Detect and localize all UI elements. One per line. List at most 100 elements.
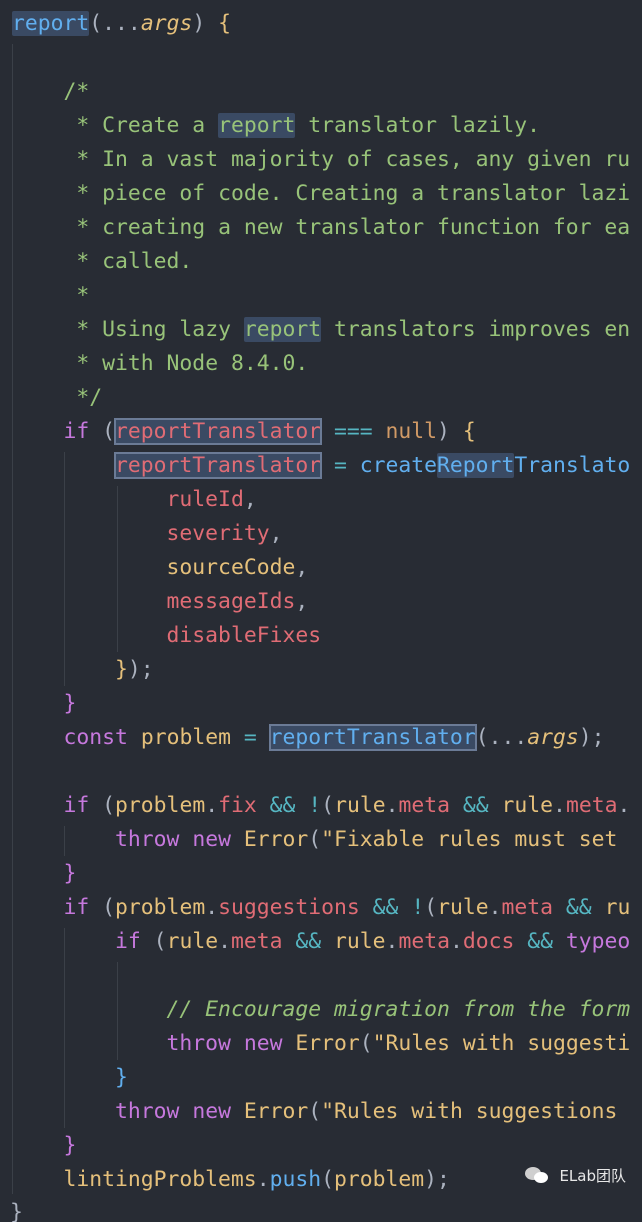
code-token: . <box>205 793 219 818</box>
code-line: } <box>12 857 77 891</box>
code-token: { <box>462 419 476 444</box>
code-token: reportTranslator <box>268 724 477 751</box>
code-line: throw new Error("Rules with suggesti <box>12 1027 631 1061</box>
code-token: rule <box>334 929 386 954</box>
code-token: translators improves en <box>321 317 631 342</box>
code-line: const problem = reportTranslator(...args… <box>12 721 605 755</box>
code-token: suggestions <box>218 895 360 920</box>
code-token: // Encourage migration from the form <box>166 997 631 1022</box>
code-token: new <box>192 827 231 852</box>
code-token: */ <box>76 385 103 410</box>
watermark: ELab团队 <box>525 1155 626 1195</box>
code-token: rule <box>437 895 489 920</box>
code-token: if <box>63 895 90 920</box>
code-token: . <box>488 895 502 920</box>
watermark-label: ELab团队 <box>559 1166 626 1185</box>
code-line: * creating a new translator function for… <box>12 211 630 245</box>
code-token: . <box>256 1167 270 1192</box>
code-line: messageIds, <box>12 585 309 619</box>
code-token: args <box>140 11 193 36</box>
code-token: * <box>76 283 90 308</box>
code-token: translator lazily. <box>295 113 541 138</box>
code-line: * Using lazy report translators improves… <box>12 313 630 347</box>
code-token: const <box>63 725 128 750</box>
code-token: && <box>269 793 296 818</box>
code-line: * with Node 8.4.0. <box>12 347 308 381</box>
code-token: disableFixes <box>166 623 322 648</box>
code-token: severity <box>166 521 270 546</box>
code-token: Report <box>437 453 515 478</box>
code-token: } <box>63 691 77 716</box>
code-token: meta <box>398 929 450 954</box>
code-token: } <box>115 1065 128 1090</box>
code-token: ... <box>102 11 141 36</box>
code-line: * Create a report translator lazily. <box>12 109 540 143</box>
code-token: throw <box>166 1031 231 1056</box>
code-token: create <box>359 453 438 478</box>
code-token: ( <box>359 1031 373 1056</box>
code-token: * Create a <box>76 113 219 138</box>
code-line: if (problem.suggestions && !(rule.meta &… <box>12 891 631 925</box>
code-editor[interactable]: report(...args) { /* * Create a report t… <box>0 0 642 1222</box>
code-line: lintingProblems.push(problem); <box>12 1163 450 1197</box>
code-token: problem <box>334 1167 425 1192</box>
code-token: problem <box>115 793 206 818</box>
code-line: disableFixes <box>12 619 322 653</box>
code-line: if (reportTranslator === null) { <box>12 415 476 449</box>
code-token: new <box>243 1031 283 1056</box>
code-token: . <box>218 929 231 954</box>
code-token: ( <box>308 827 322 852</box>
code-token: if <box>115 929 141 954</box>
code-token: problem <box>115 895 206 920</box>
code-token: . <box>449 929 463 954</box>
code-line: * In a vast majority of cases, any given… <box>12 143 630 177</box>
code-token: Error <box>243 827 309 852</box>
code-token: . <box>617 793 631 818</box>
code-line: if (problem.fix && !(rule.meta && rule.m… <box>12 789 631 823</box>
code-token: reportTranslator <box>114 418 323 445</box>
code-token: "Fixable rules must set <box>321 827 631 852</box>
code-token: Error <box>243 1099 309 1124</box>
code-line: /* <box>12 75 90 109</box>
code-token: * creating a new translator function for… <box>76 215 631 240</box>
code-token: throw <box>115 827 180 852</box>
code-token: ( <box>89 895 116 920</box>
code-token: ! <box>411 895 425 920</box>
code-token: Translato <box>514 453 631 478</box>
code-token: ( <box>321 793 335 818</box>
code-token: lintingProblems <box>63 1167 257 1192</box>
code-token: , <box>295 555 309 580</box>
code-token: ( <box>89 419 116 444</box>
code-line: } <box>12 687 77 721</box>
code-token: report <box>12 11 90 36</box>
code-token: . <box>553 793 566 818</box>
code-token: args <box>527 725 579 750</box>
code-token: * piece of code. Creating a translator l… <box>76 181 631 206</box>
code-line: */ <box>12 381 102 415</box>
code-line: sourceCode, <box>12 551 309 585</box>
code-token: && <box>295 929 322 954</box>
code-token: && <box>565 895 592 920</box>
